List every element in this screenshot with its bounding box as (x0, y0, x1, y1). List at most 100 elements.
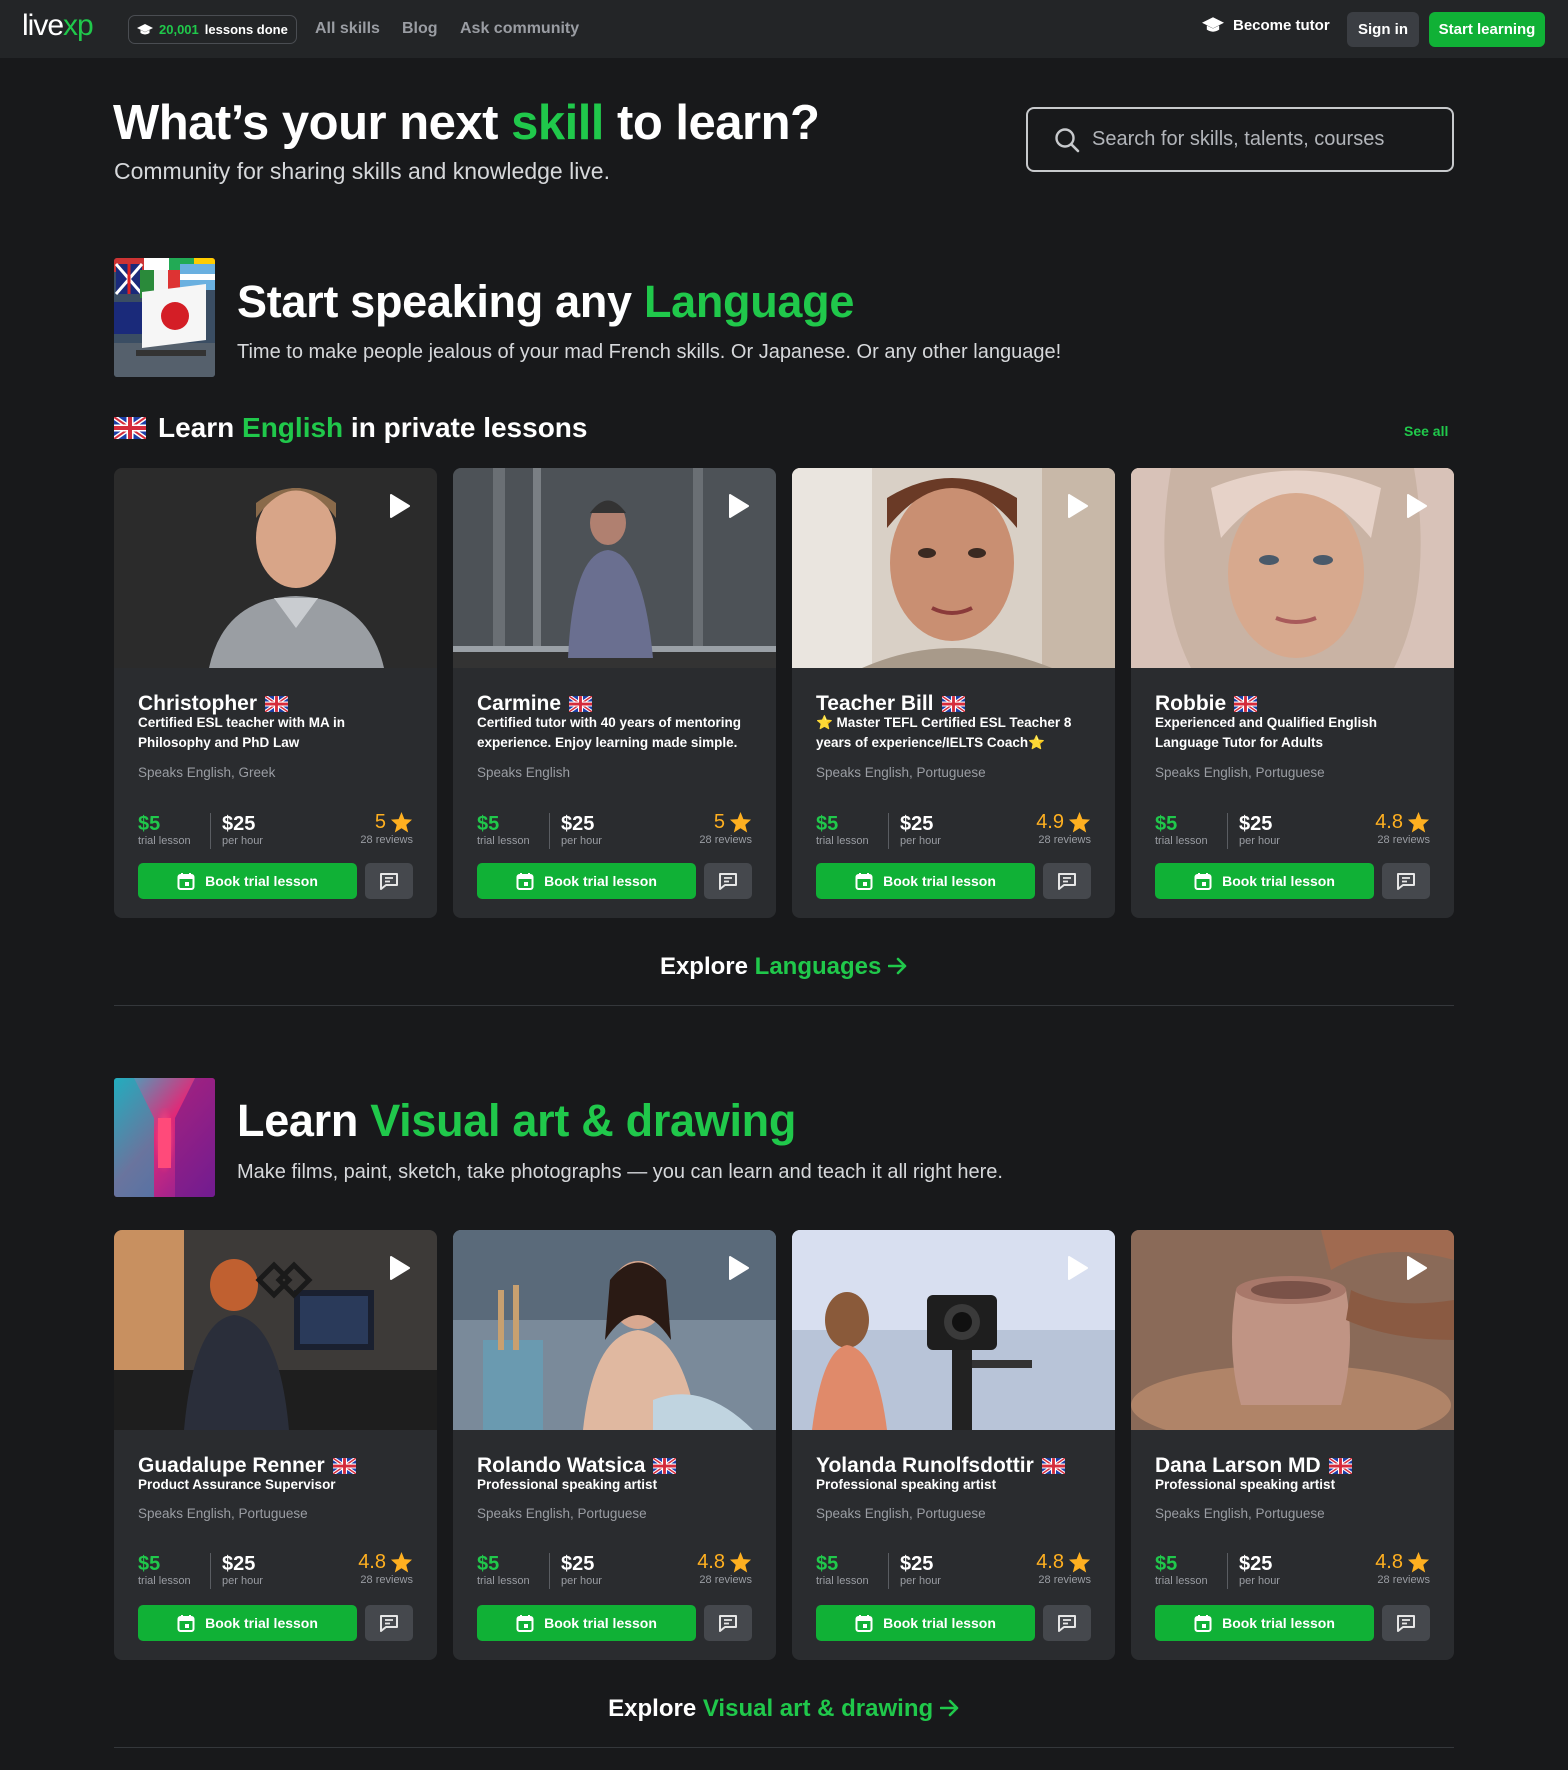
book-trial-button[interactable]: Book trial lesson (477, 863, 696, 899)
reviews-count: 28 reviews (360, 1574, 413, 1586)
tutor-card[interactable]: Dana Larson MD Professional speaking art… (1131, 1230, 1454, 1660)
see-all-link[interactable]: See all (1404, 423, 1448, 439)
start-learning-button[interactable]: Start learning (1429, 12, 1545, 47)
tutor-languages: Speaks English, Portuguese (138, 1506, 308, 1521)
trial-price-label: trial lesson (816, 1575, 869, 1587)
tutor-card[interactable]: Teacher Bill ⭐ Master TEFL Certified ESL… (792, 468, 1115, 918)
hourly-price: $25 per hour (1239, 1553, 1280, 1587)
title-accent: skill (511, 96, 604, 150)
uk-flag-icon (265, 696, 289, 712)
tutor-card[interactable]: Carmine Certified tutor with 40 years of… (453, 468, 776, 918)
message-tutor-button[interactable] (1043, 1605, 1091, 1641)
star-icon (729, 811, 752, 833)
search-input[interactable] (1092, 128, 1442, 151)
arrow-right-icon (939, 1699, 959, 1717)
message-tutor-button[interactable] (704, 863, 752, 899)
price-divider (210, 813, 211, 849)
trial-price-label: trial lesson (1155, 835, 1208, 847)
play-icon[interactable] (1067, 1255, 1089, 1281)
rating-value: 4.8 (358, 1551, 386, 1573)
sign-in-button[interactable]: Sign in (1347, 12, 1419, 47)
message-tutor-button[interactable] (365, 863, 413, 899)
languages-section-title: Start speaking any Language (237, 275, 854, 329)
book-trial-button[interactable]: Book trial lesson (138, 863, 357, 899)
play-icon[interactable] (389, 493, 411, 519)
nav-ask-community[interactable]: Ask community (460, 19, 579, 39)
trial-price-value: $5 (1155, 1553, 1178, 1575)
trial-price: $5 trial lesson (816, 1553, 869, 1587)
hourly-price-value: $25 (900, 813, 934, 835)
nav-blog[interactable]: Blog (402, 19, 438, 39)
explore-languages-link[interactable]: Explore Languages (0, 952, 1568, 982)
tutor-photo[interactable] (792, 1230, 1115, 1430)
book-trial-button[interactable]: Book trial lesson (1155, 863, 1374, 899)
title-accent: Visual art & drawing (370, 1095, 797, 1146)
tutor-photo[interactable] (453, 1230, 776, 1430)
message-icon (719, 1614, 737, 1632)
languages-section-subtitle: Time to make people jealous of your mad … (237, 341, 1062, 363)
star-icon (390, 811, 413, 833)
hourly-price-label: per hour (222, 1575, 263, 1587)
book-trial-button[interactable]: Book trial lesson (477, 1605, 696, 1641)
tutor-rating: 5 28 reviews (360, 810, 413, 846)
reviews-count: 28 reviews (1377, 834, 1430, 846)
price-divider (1227, 1553, 1228, 1589)
message-icon (1058, 1614, 1076, 1632)
tutor-rating: 4.8 28 reviews (1036, 1550, 1091, 1586)
play-icon[interactable] (389, 1255, 411, 1281)
book-trial-button[interactable]: Book trial lesson (816, 1605, 1035, 1641)
heading-accent: English (242, 412, 344, 443)
play-icon[interactable] (1406, 493, 1428, 519)
tutor-photo[interactable] (1131, 1230, 1454, 1430)
explore-art-link[interactable]: Explore Visual art & drawing (0, 1694, 1568, 1724)
hourly-price-label: per hour (222, 835, 263, 847)
tutor-photo[interactable] (453, 468, 776, 668)
tutor-card[interactable]: Rolando Watsica Professional speaking ar… (453, 1230, 776, 1660)
tutor-rating: 4.8 28 reviews (697, 1550, 752, 1586)
book-trial-label: Book trial lesson (544, 1615, 657, 1631)
tutor-rating: 4.8 28 reviews (358, 1550, 413, 1586)
book-trial-button[interactable]: Book trial lesson (1155, 1605, 1374, 1641)
become-tutor-link[interactable]: Become tutor (1202, 17, 1330, 34)
rating-value: 5 (713, 811, 725, 833)
play-icon[interactable] (1067, 493, 1089, 519)
tutor-rating: 4.8 28 reviews (1375, 810, 1430, 846)
art-section-subtitle: Make films, paint, sketch, take photogra… (237, 1161, 1003, 1183)
search-box[interactable] (1026, 107, 1454, 172)
tutor-languages: Speaks English, Portuguese (1155, 1506, 1325, 1521)
tutor-photo[interactable] (114, 468, 437, 668)
message-tutor-button[interactable] (1382, 1605, 1430, 1641)
play-icon[interactable] (728, 1255, 750, 1281)
message-tutor-button[interactable] (365, 1605, 413, 1641)
message-tutor-button[interactable] (1382, 863, 1430, 899)
play-icon[interactable] (728, 493, 750, 519)
hourly-price-label: per hour (561, 1575, 602, 1587)
nav-all-skills[interactable]: All skills (315, 19, 380, 39)
tutor-rating: 5 28 reviews (699, 810, 752, 846)
tutor-card[interactable]: Yolanda Runolfsdottir Professional speak… (792, 1230, 1115, 1660)
uk-flag-icon (941, 696, 965, 712)
star-icon (390, 1551, 413, 1573)
hourly-price-value: $25 (900, 1553, 934, 1575)
book-trial-button[interactable]: Book trial lesson (816, 863, 1035, 899)
tutor-card[interactable]: Robbie Experienced and Qualified English… (1131, 468, 1454, 918)
message-tutor-button[interactable] (1043, 863, 1091, 899)
trial-price-value: $5 (477, 813, 500, 835)
logo[interactable]: livexp (22, 8, 94, 44)
rating-value: 4.8 (1375, 1551, 1403, 1573)
tutor-card[interactable]: Christopher Certified ESL teacher with M… (114, 468, 437, 918)
tutor-photo[interactable] (1131, 468, 1454, 668)
book-trial-button[interactable]: Book trial lesson (138, 1605, 357, 1641)
heading-part: Learn (158, 412, 243, 443)
tutor-card[interactable]: Guadalupe Renner Product Assurance Super… (114, 1230, 437, 1660)
message-tutor-button[interactable] (704, 1605, 752, 1641)
tutor-photo[interactable] (114, 1230, 437, 1430)
hourly-price: $25 per hour (900, 813, 941, 847)
tutor-description: Professional speaking artist (1155, 1477, 1336, 1492)
arrow-right-icon (887, 957, 907, 975)
lessons-count: 20,001 (159, 22, 199, 37)
reviews-count: 28 reviews (699, 1574, 752, 1586)
tutor-photo[interactable] (792, 468, 1115, 668)
rating-value: 4.8 (697, 1551, 725, 1573)
play-icon[interactable] (1406, 1255, 1428, 1281)
